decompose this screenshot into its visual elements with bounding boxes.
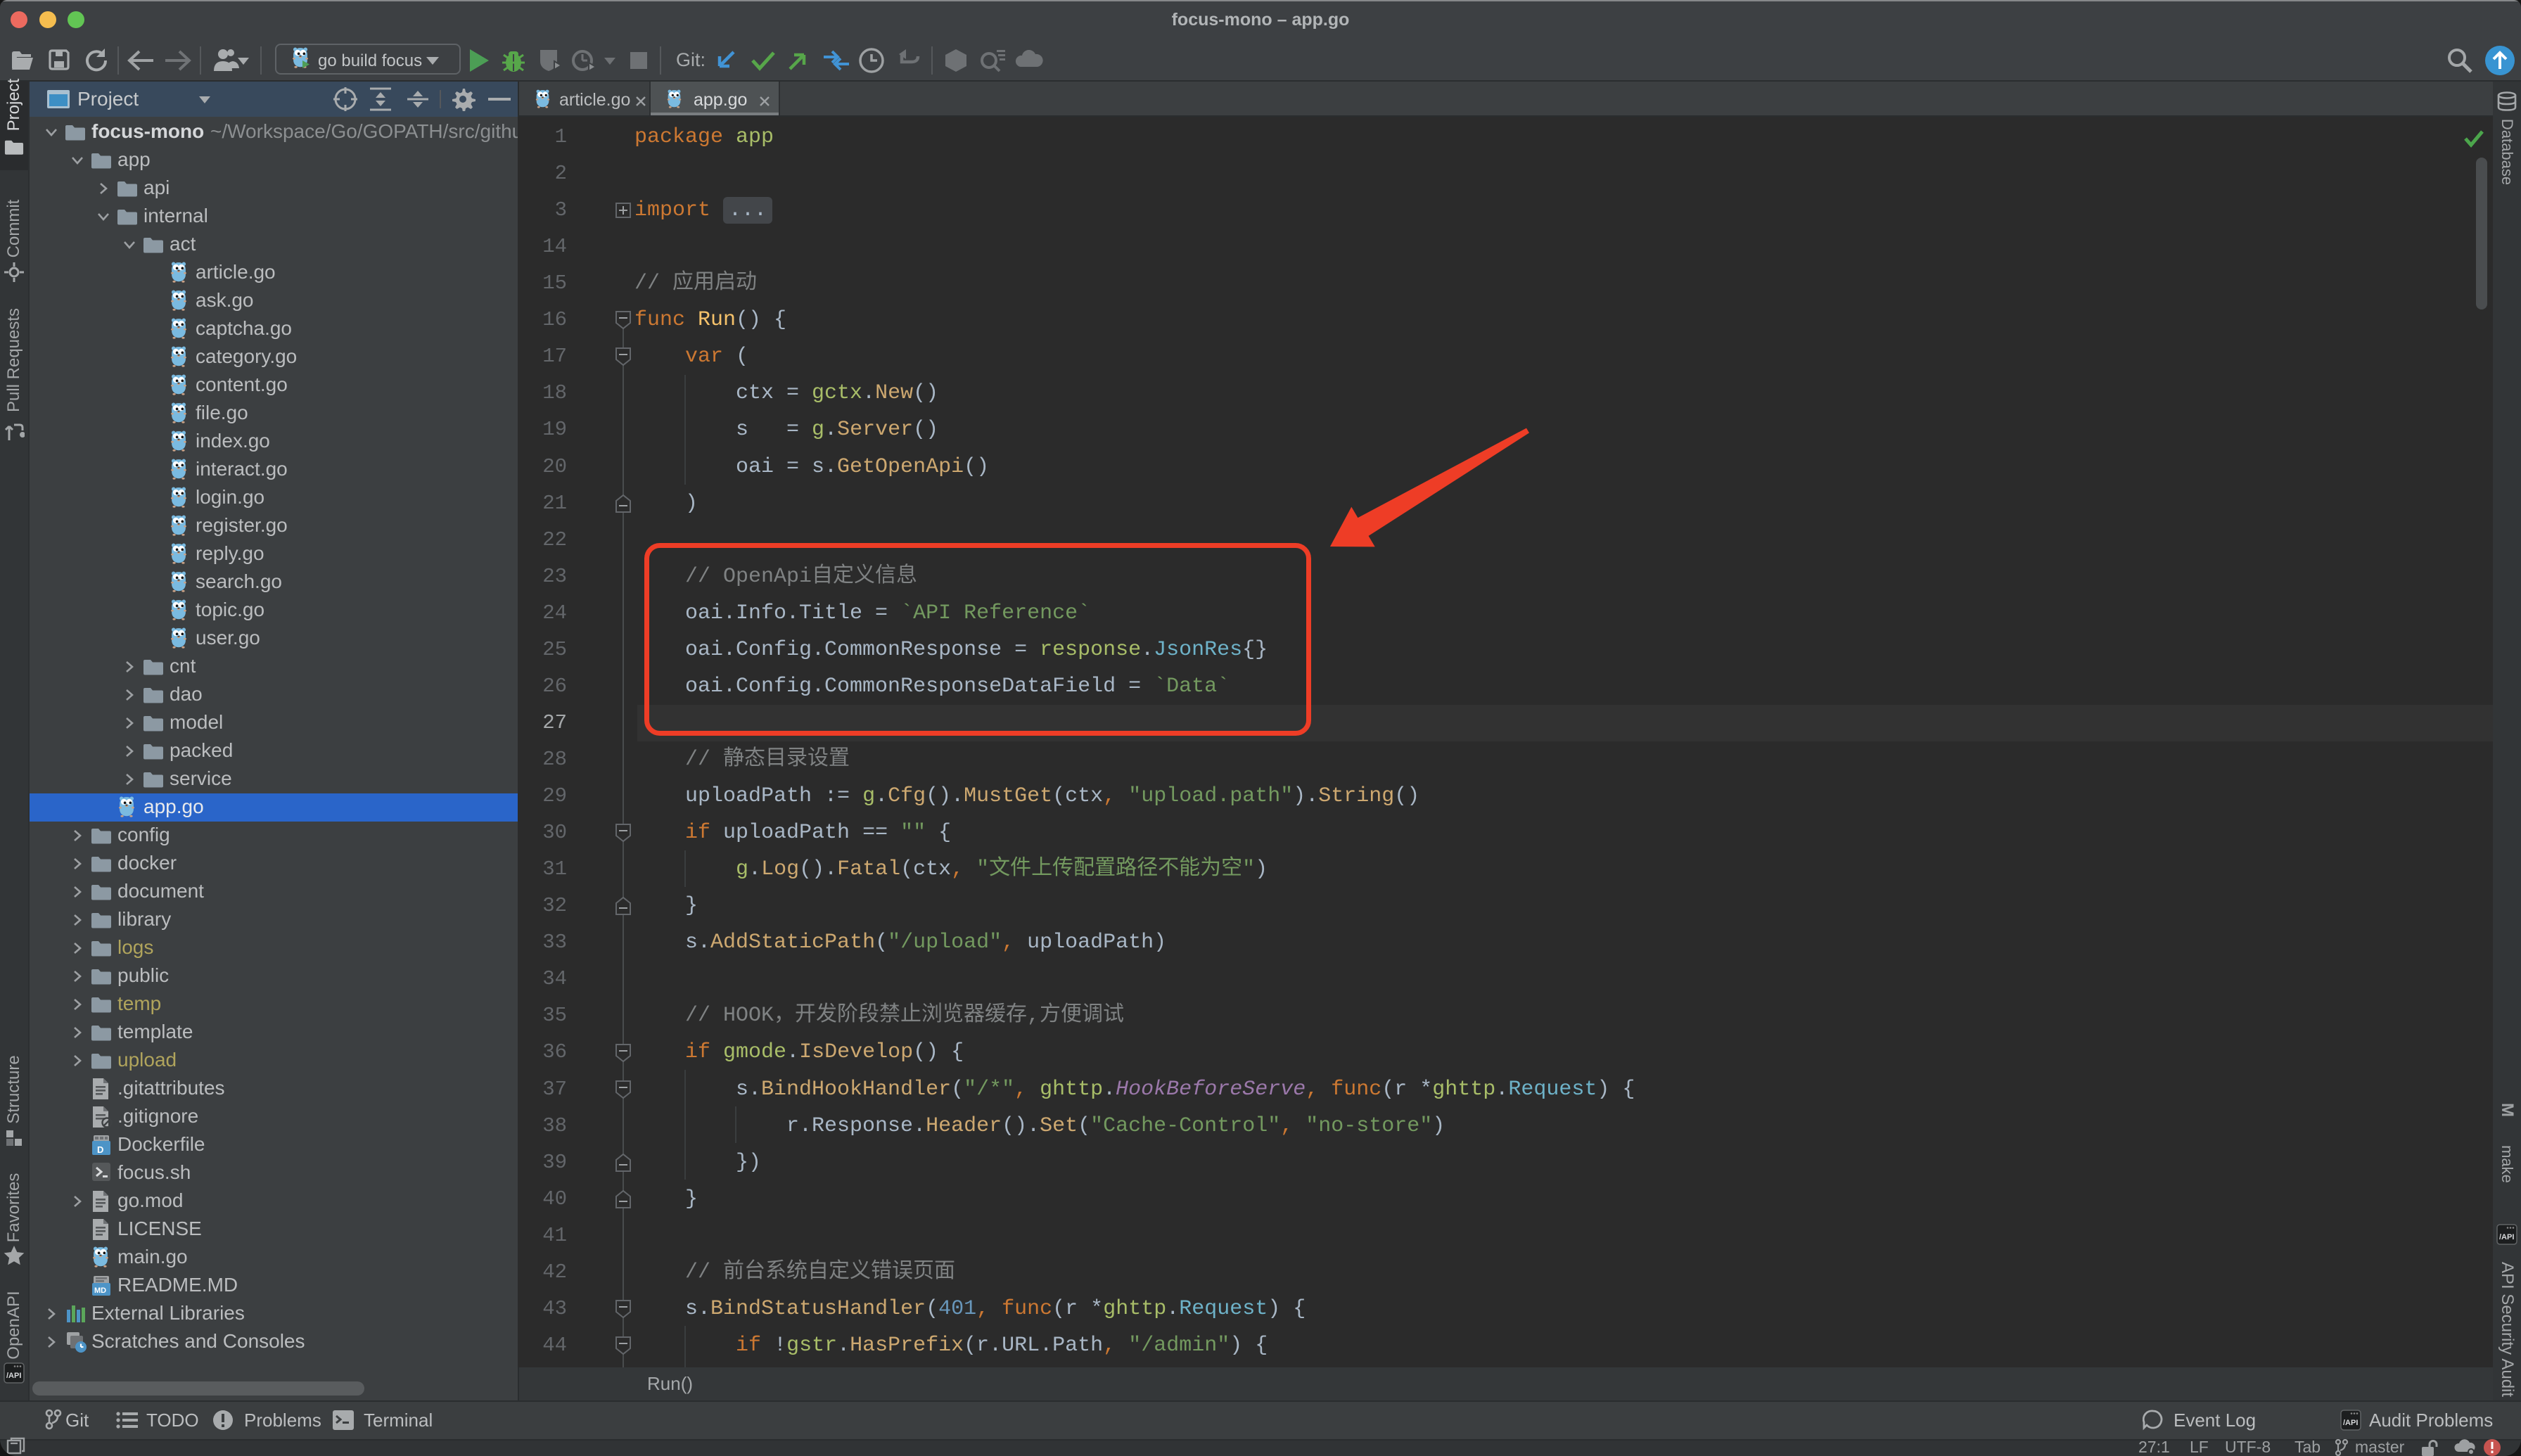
svg-text:/API: /API xyxy=(6,1372,21,1380)
svg-text:/API: /API xyxy=(2343,1419,2358,1427)
svg-text:D: D xyxy=(97,1144,103,1155)
svg-text:/API: /API xyxy=(2499,1233,2514,1241)
svg-text:MD: MD xyxy=(94,1286,106,1295)
